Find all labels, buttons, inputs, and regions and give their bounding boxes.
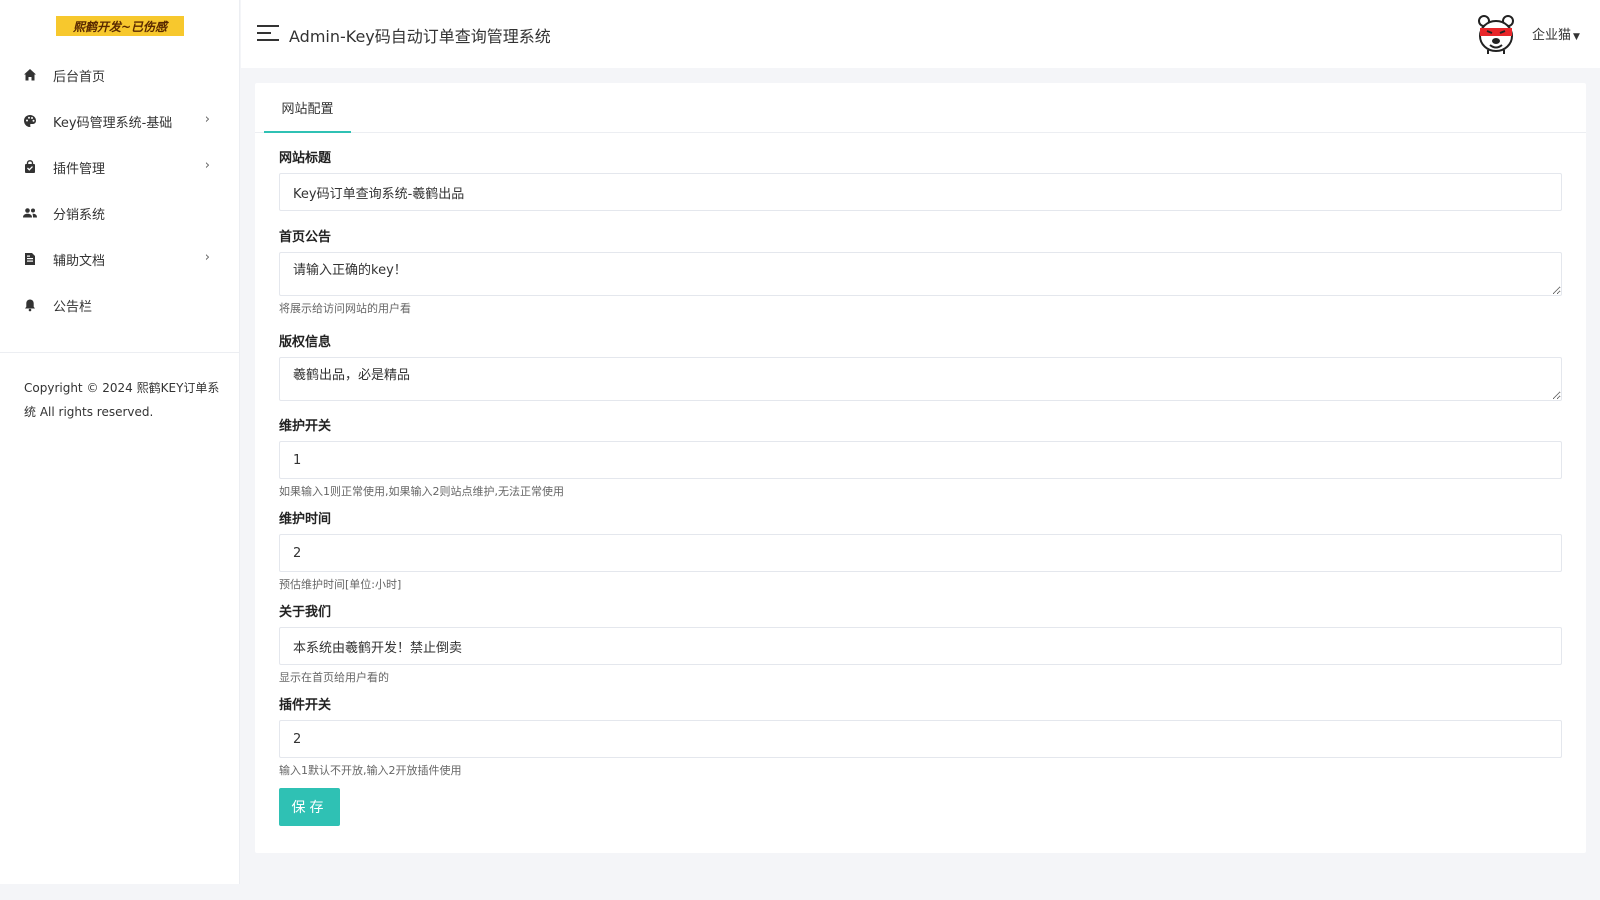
sidebar-item-key-management[interactable]: Key码管理系统-基础 › [0, 98, 240, 144]
sidebar-item-notice-board[interactable]: 公告栏 [0, 282, 240, 328]
tab-site-config[interactable]: 网站配置 [264, 83, 351, 133]
sidebar-menu: 后台首页 Key码管理系统-基础 › 插件管理 › 分销系统 辅助文档 › 公告… [0, 52, 240, 328]
site-title-label: 网站标题 [279, 151, 332, 166]
settings-form: 网站标题 首页公告 请输入正确的key！ 将展示给访问网站的用户看 版权信息 羲… [279, 150, 1562, 826]
maintenance-switch-help: 如果输入1则正常使用,如果输入2则站点维护,无法正常使用 [279, 485, 564, 498]
save-button[interactable]: 保存 [279, 788, 340, 826]
sidebar-divider [0, 352, 240, 353]
caret-down-icon: ▼ [1573, 32, 1580, 42]
plugin-switch-help: 输入1默认不开放,输入2开放插件使用 [279, 764, 462, 777]
sidebar-item-label: 插件管理 [53, 161, 106, 177]
home-notice-textarea[interactable]: 请输入正确的key！ [279, 252, 1562, 296]
sidebar-item-label: Key码管理系统-基础 [53, 115, 173, 131]
sidebar-item-label: 后台首页 [53, 69, 106, 85]
copyright-text: Copyright © 2024 熙鹤KEY订单系统 All rights re… [24, 381, 220, 419]
home-notice-label: 首页公告 [279, 230, 332, 245]
sidebar-item-distribution[interactable]: 分销系统 [0, 190, 240, 236]
sidebar-item-label: 辅助文档 [53, 253, 106, 269]
sidebar-item-docs[interactable]: 辅助文档 › [0, 236, 240, 282]
palette-icon [22, 113, 38, 129]
bell-icon [22, 297, 38, 313]
avatar[interactable] [1476, 14, 1516, 54]
tab-bar: 网站配置 [255, 83, 1586, 133]
plugin-switch-input[interactable] [279, 720, 1562, 758]
about-us-label: 关于我们 [279, 605, 332, 620]
logo[interactable]: 熙鹤开发~已伤感 [56, 16, 184, 36]
copyright-info-textarea[interactable]: 羲鹤出品，必是精品 [279, 357, 1562, 401]
maintenance-switch-label: 维护开关 [279, 419, 332, 434]
bag-icon [22, 159, 38, 175]
home-icon [22, 67, 38, 83]
menu-toggle-icon[interactable] [257, 25, 279, 41]
maintenance-switch-input[interactable] [279, 441, 1562, 479]
about-us-input[interactable] [279, 627, 1562, 665]
chevron-right-icon: › [204, 112, 210, 127]
home-notice-help: 将展示给访问网站的用户看 [279, 302, 411, 315]
copyright-info-label: 版权信息 [279, 335, 332, 350]
plugin-switch-label: 插件开关 [279, 698, 332, 713]
app-title: Admin-Key码自动订单查询管理系统 [289, 27, 551, 46]
document-icon [22, 251, 38, 267]
users-icon [22, 205, 38, 221]
chevron-right-icon: › [204, 250, 210, 265]
top-header: Admin-Key码自动订单查询管理系统 企业猫 ▼ [241, 0, 1600, 68]
sidebar: 熙鹤开发~已伤感 后台首页 Key码管理系统-基础 › 插件管理 › 分销系统 … [0, 0, 240, 884]
user-menu[interactable]: 企业猫 ▼ [1532, 24, 1580, 43]
user-name: 企业猫 [1532, 28, 1572, 43]
about-us-help: 显示在首页给用户看的 [279, 671, 389, 684]
site-title-input[interactable] [279, 173, 1562, 211]
maintenance-time-help: 预估维护时间[单位:小时] [279, 578, 402, 591]
maintenance-time-input[interactable] [279, 534, 1562, 572]
sidebar-item-label: 公告栏 [53, 299, 93, 315]
sidebar-item-label: 分销系统 [53, 207, 106, 223]
maintenance-time-label: 维护时间 [279, 512, 332, 527]
chevron-right-icon: › [204, 158, 210, 173]
settings-card: 网站配置 网站标题 首页公告 请输入正确的key！ 将展示给访问网站的用户看 版… [255, 83, 1586, 853]
sidebar-item-plugins[interactable]: 插件管理 › [0, 144, 240, 190]
sidebar-item-dashboard[interactable]: 后台首页 [0, 52, 240, 98]
